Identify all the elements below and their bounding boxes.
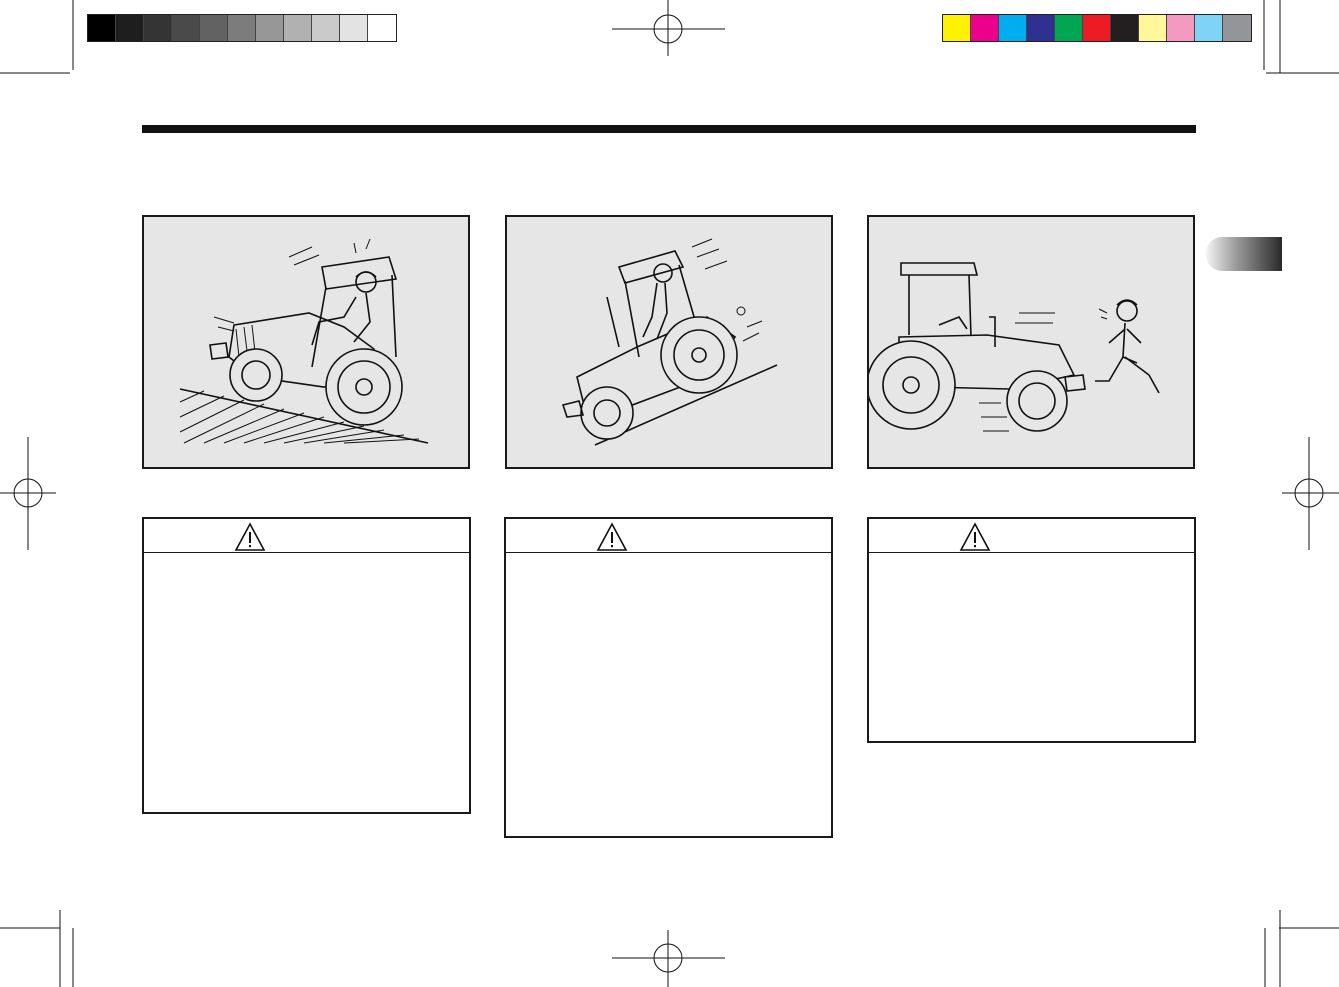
warning-box-3 bbox=[867, 517, 1196, 743]
color-swatch bbox=[1055, 15, 1083, 41]
color-swatch bbox=[1167, 15, 1195, 41]
section-header-rule bbox=[142, 125, 1196, 133]
warning-header bbox=[144, 519, 469, 553]
color-calibration-bar bbox=[942, 14, 1252, 42]
warning-triangle-icon bbox=[959, 522, 991, 551]
color-swatch bbox=[1195, 15, 1223, 41]
warning-triangle-icon bbox=[596, 522, 628, 551]
gray-swatch bbox=[88, 15, 116, 41]
chapter-thumb-tab bbox=[1206, 237, 1282, 271]
crop-marks bbox=[0, 0, 1339, 987]
color-swatch bbox=[1139, 15, 1167, 41]
gray-swatch bbox=[144, 15, 172, 41]
gray-swatch bbox=[228, 15, 256, 41]
gray-swatch bbox=[340, 15, 368, 41]
gray-swatch bbox=[200, 15, 228, 41]
figure-tractor-overturn bbox=[505, 215, 833, 469]
color-swatch bbox=[1083, 15, 1111, 41]
tractor-overturn-illustration bbox=[561, 238, 778, 446]
warning-header bbox=[506, 519, 831, 553]
color-swatch bbox=[1223, 15, 1251, 41]
color-swatch bbox=[1111, 15, 1139, 41]
warning-triangle-icon bbox=[234, 522, 266, 551]
gray-swatch bbox=[116, 15, 144, 41]
gray-swatch bbox=[256, 15, 284, 41]
gray-swatch bbox=[312, 15, 340, 41]
warning-box-1 bbox=[142, 517, 471, 814]
warning-box-2 bbox=[504, 517, 833, 838]
figure-tractor-runaway bbox=[867, 215, 1195, 469]
grayscale-calibration-bar bbox=[87, 14, 397, 42]
warning-header bbox=[869, 519, 1194, 553]
gray-swatch bbox=[284, 15, 312, 41]
tractor-runaway-illustration bbox=[869, 262, 1160, 432]
tractor-uphill-illustration bbox=[179, 238, 429, 444]
color-swatch bbox=[971, 15, 999, 41]
color-swatch bbox=[1027, 15, 1055, 41]
figure-tractor-slope bbox=[142, 215, 470, 469]
gray-swatch bbox=[368, 15, 396, 41]
color-swatch bbox=[999, 15, 1027, 41]
color-swatch bbox=[943, 15, 971, 41]
gray-swatch bbox=[172, 15, 200, 41]
